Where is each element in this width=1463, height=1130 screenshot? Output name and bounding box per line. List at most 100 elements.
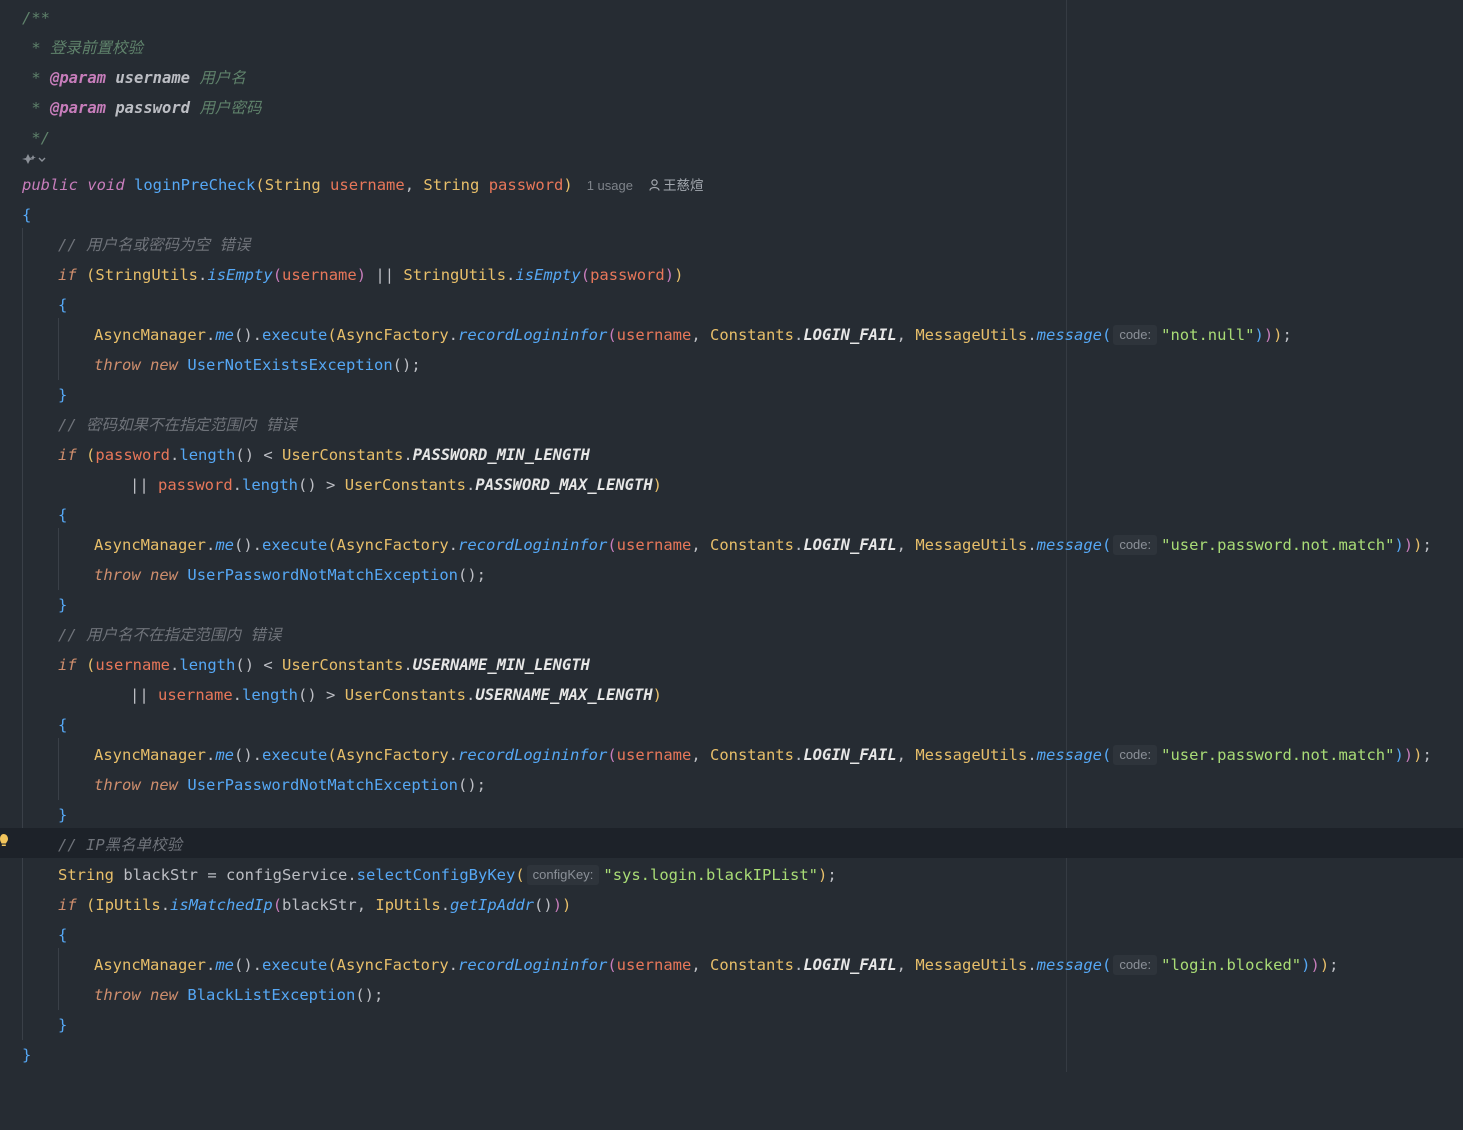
code-line[interactable]: throw new UserPasswordNotMatchException(… <box>0 560 1463 590</box>
exception-class[interactable]: UserPasswordNotMatchException <box>187 566 458 584</box>
code-line[interactable]: throw new BlackListException(); <box>0 980 1463 1010</box>
code-line[interactable]: { <box>0 920 1463 950</box>
method-call[interactable]: length <box>242 476 298 494</box>
method-call[interactable]: message <box>1037 956 1102 974</box>
class-ref[interactable]: AsyncManager <box>94 746 206 764</box>
exception-class[interactable]: UserNotExistsException <box>187 356 392 374</box>
class-ref[interactable]: MessageUtils <box>915 746 1027 764</box>
code-line[interactable]: { <box>0 200 1463 230</box>
code-line[interactable]: * @param username 用户名 <box>0 63 1463 93</box>
class-ref[interactable]: AsyncFactory <box>337 536 449 554</box>
code-line[interactable]: * 登录前置校验 <box>0 33 1463 63</box>
code-line[interactable]: } <box>0 800 1463 830</box>
method-call[interactable]: execute <box>262 956 327 974</box>
class-ref[interactable]: StringUtils <box>403 266 506 284</box>
class-ref[interactable]: Constants <box>710 326 794 344</box>
method-call[interactable]: me <box>215 956 234 974</box>
class-ref[interactable]: UserConstants <box>282 446 403 464</box>
class-ref[interactable]: StringUtils <box>95 266 198 284</box>
method-call[interactable]: message <box>1037 326 1102 344</box>
class-ref[interactable]: Constants <box>710 536 794 554</box>
code-line[interactable]: // 密码如果不在指定范围内 错误 <box>0 410 1463 440</box>
constant-ref[interactable]: PASSWORD_MIN_LENGTH <box>413 446 590 464</box>
usage-count-link[interactable]: 1 usage <box>587 178 633 193</box>
class-ref[interactable]: AsyncManager <box>94 956 206 974</box>
method-signature-line[interactable]: public void loginPreCheck(String usernam… <box>0 170 1463 200</box>
param-type[interactable]: String <box>423 176 479 194</box>
code-line[interactable]: AsyncManager.me().execute(AsyncFactory.r… <box>0 320 1463 350</box>
code-line[interactable]: if (username.length() < UserConstants.US… <box>0 650 1463 680</box>
ai-assistant-icon[interactable] <box>21 152 49 168</box>
method-call[interactable]: recordLogininfor <box>458 536 607 554</box>
class-ref[interactable]: Constants <box>710 746 794 764</box>
param-type[interactable]: String <box>265 176 321 194</box>
code-line[interactable]: throw new UserPasswordNotMatchException(… <box>0 770 1463 800</box>
class-ref[interactable]: MessageUtils <box>915 536 1027 554</box>
code-line[interactable]: /** <box>0 3 1463 33</box>
constant-ref[interactable]: USERNAME_MAX_LENGTH <box>475 686 652 704</box>
class-ref[interactable]: AsyncFactory <box>337 326 449 344</box>
class-ref[interactable]: MessageUtils <box>915 326 1027 344</box>
code-line[interactable]: } <box>0 380 1463 410</box>
method-call[interactable]: recordLogininfor <box>458 746 607 764</box>
lightbulb-icon[interactable] <box>0 834 10 848</box>
code-line[interactable]: // 用户名不在指定范围内 错误 <box>0 620 1463 650</box>
author-hint[interactable]: 王慈煊 <box>649 178 703 193</box>
class-ref[interactable]: AsyncFactory <box>337 746 449 764</box>
method-call[interactable]: recordLogininfor <box>458 326 607 344</box>
code-line[interactable]: { <box>0 710 1463 740</box>
class-ref[interactable]: UserConstants <box>345 476 466 494</box>
constant-ref[interactable]: USERNAME_MIN_LENGTH <box>413 656 590 674</box>
code-line[interactable]: } <box>0 590 1463 620</box>
class-ref[interactable]: AsyncManager <box>94 326 206 344</box>
method-call[interactable]: me <box>215 326 234 344</box>
code-line[interactable]: AsyncManager.me().execute(AsyncFactory.r… <box>0 740 1463 770</box>
method-call[interactable]: isEmpty <box>207 266 272 284</box>
class-ref[interactable]: AsyncFactory <box>337 956 449 974</box>
method-call[interactable]: execute <box>262 746 327 764</box>
type-ref[interactable]: String <box>58 866 114 884</box>
method-call[interactable]: me <box>215 746 234 764</box>
current-code-line[interactable]: // IP黑名单校验 <box>0 828 1463 858</box>
code-line[interactable]: || password.length() > UserConstants.PAS… <box>0 470 1463 500</box>
method-call[interactable]: execute <box>262 536 327 554</box>
class-ref[interactable]: AsyncManager <box>94 536 206 554</box>
method-call[interactable]: length <box>179 656 235 674</box>
code-line[interactable]: throw new UserNotExistsException(); <box>0 350 1463 380</box>
class-ref[interactable]: UserConstants <box>282 656 403 674</box>
method-call[interactable]: recordLogininfor <box>458 956 607 974</box>
field-ref[interactable]: configService <box>226 866 347 884</box>
constant-ref[interactable]: PASSWORD_MAX_LENGTH <box>475 476 652 494</box>
code-line[interactable]: } <box>0 1010 1463 1040</box>
constant-ref[interactable]: LOGIN_FAIL <box>803 326 896 344</box>
method-call[interactable]: me <box>215 536 234 554</box>
code-line[interactable]: if (password.length() < UserConstants.PA… <box>0 440 1463 470</box>
code-line[interactable]: { <box>0 500 1463 530</box>
code-editor[interactable]: /** * 登录前置校验 * @param username 用户名 * @pa… <box>0 0 1463 1072</box>
class-ref[interactable]: Constants <box>710 956 794 974</box>
method-call[interactable]: selectConfigByKey <box>357 866 516 884</box>
method-name[interactable]: loginPreCheck <box>134 176 255 194</box>
exception-class[interactable]: BlackListException <box>187 986 355 1004</box>
code-line[interactable]: // 用户名或密码为空 错误 <box>0 230 1463 260</box>
method-call[interactable]: message <box>1037 536 1102 554</box>
code-line[interactable]: */ <box>0 123 1463 153</box>
constant-ref[interactable]: LOGIN_FAIL <box>803 746 896 764</box>
code-line[interactable]: AsyncManager.me().execute(AsyncFactory.r… <box>0 950 1463 980</box>
method-call[interactable]: isEmpty <box>515 266 580 284</box>
code-line[interactable]: } <box>0 1040 1463 1070</box>
code-line[interactable]: { <box>0 290 1463 320</box>
method-call[interactable]: length <box>179 446 235 464</box>
class-ref[interactable]: UserConstants <box>345 686 466 704</box>
method-call[interactable]: isMatchedIp <box>170 896 273 914</box>
method-call[interactable]: getIpAddr <box>450 896 534 914</box>
method-call[interactable]: message <box>1037 746 1102 764</box>
code-line[interactable]: * @param password 用户密码 <box>0 93 1463 123</box>
class-ref[interactable]: IpUtils <box>95 896 160 914</box>
code-line[interactable]: if (StringUtils.isEmpty(username) || Str… <box>0 260 1463 290</box>
code-line[interactable]: || username.length() > UserConstants.USE… <box>0 680 1463 710</box>
constant-ref[interactable]: LOGIN_FAIL <box>803 536 896 554</box>
code-line[interactable]: AsyncManager.me().execute(AsyncFactory.r… <box>0 530 1463 560</box>
class-ref[interactable]: MessageUtils <box>915 956 1027 974</box>
code-line[interactable]: String blackStr = configService.selectCo… <box>0 860 1463 890</box>
